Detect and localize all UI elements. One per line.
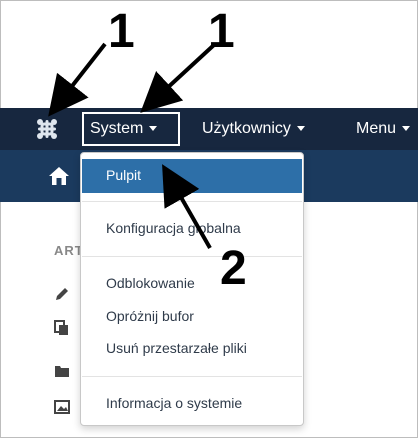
nav-system[interactable]: System xyxy=(90,118,158,140)
menu-item-clear-expired[interactable]: Usuń przestarzałe pliki xyxy=(106,340,247,356)
menu-item-global-config[interactable]: Konfiguracja globalna xyxy=(106,220,241,236)
pencil-icon[interactable] xyxy=(54,286,70,302)
annotation-number-1-system: 1 xyxy=(208,5,235,58)
folder-icon[interactable] xyxy=(54,363,70,379)
nav-system-label: System xyxy=(90,120,144,137)
chevron-down-icon xyxy=(296,126,305,132)
nav-users-label: Użytkownicy xyxy=(202,120,291,137)
home-icon[interactable] xyxy=(48,165,70,187)
image-icon[interactable] xyxy=(54,399,70,415)
menu-item-pulpit-label: Pulpit xyxy=(106,167,142,183)
annotation-number-1-logo: 1 xyxy=(108,5,135,58)
menu-divider xyxy=(82,256,302,257)
menu-item-clear-cache[interactable]: Opróżnij bufor xyxy=(106,308,194,324)
menu-item-unlock[interactable]: Odblokowanie xyxy=(106,275,195,291)
copy-icon[interactable] xyxy=(54,320,70,336)
joomla-logo-icon[interactable] xyxy=(36,118,58,140)
menu-divider xyxy=(82,201,302,202)
chevron-down-icon xyxy=(149,126,158,132)
chevron-down-icon xyxy=(402,126,411,132)
nav-users[interactable]: Użytkownicy xyxy=(202,118,305,140)
annotation-number-2: 2 xyxy=(220,242,247,295)
menu-divider xyxy=(82,376,302,377)
nav-menu-label: Menu xyxy=(356,120,397,137)
menu-item-system-info[interactable]: Informacja o systemie xyxy=(106,395,242,411)
nav-menu[interactable]: Menu xyxy=(356,118,411,140)
menu-item-pulpit[interactable]: Pulpit xyxy=(82,159,302,193)
system-dropdown-menu: Pulpit Konfiguracja globalna Odblokowani… xyxy=(80,152,304,426)
